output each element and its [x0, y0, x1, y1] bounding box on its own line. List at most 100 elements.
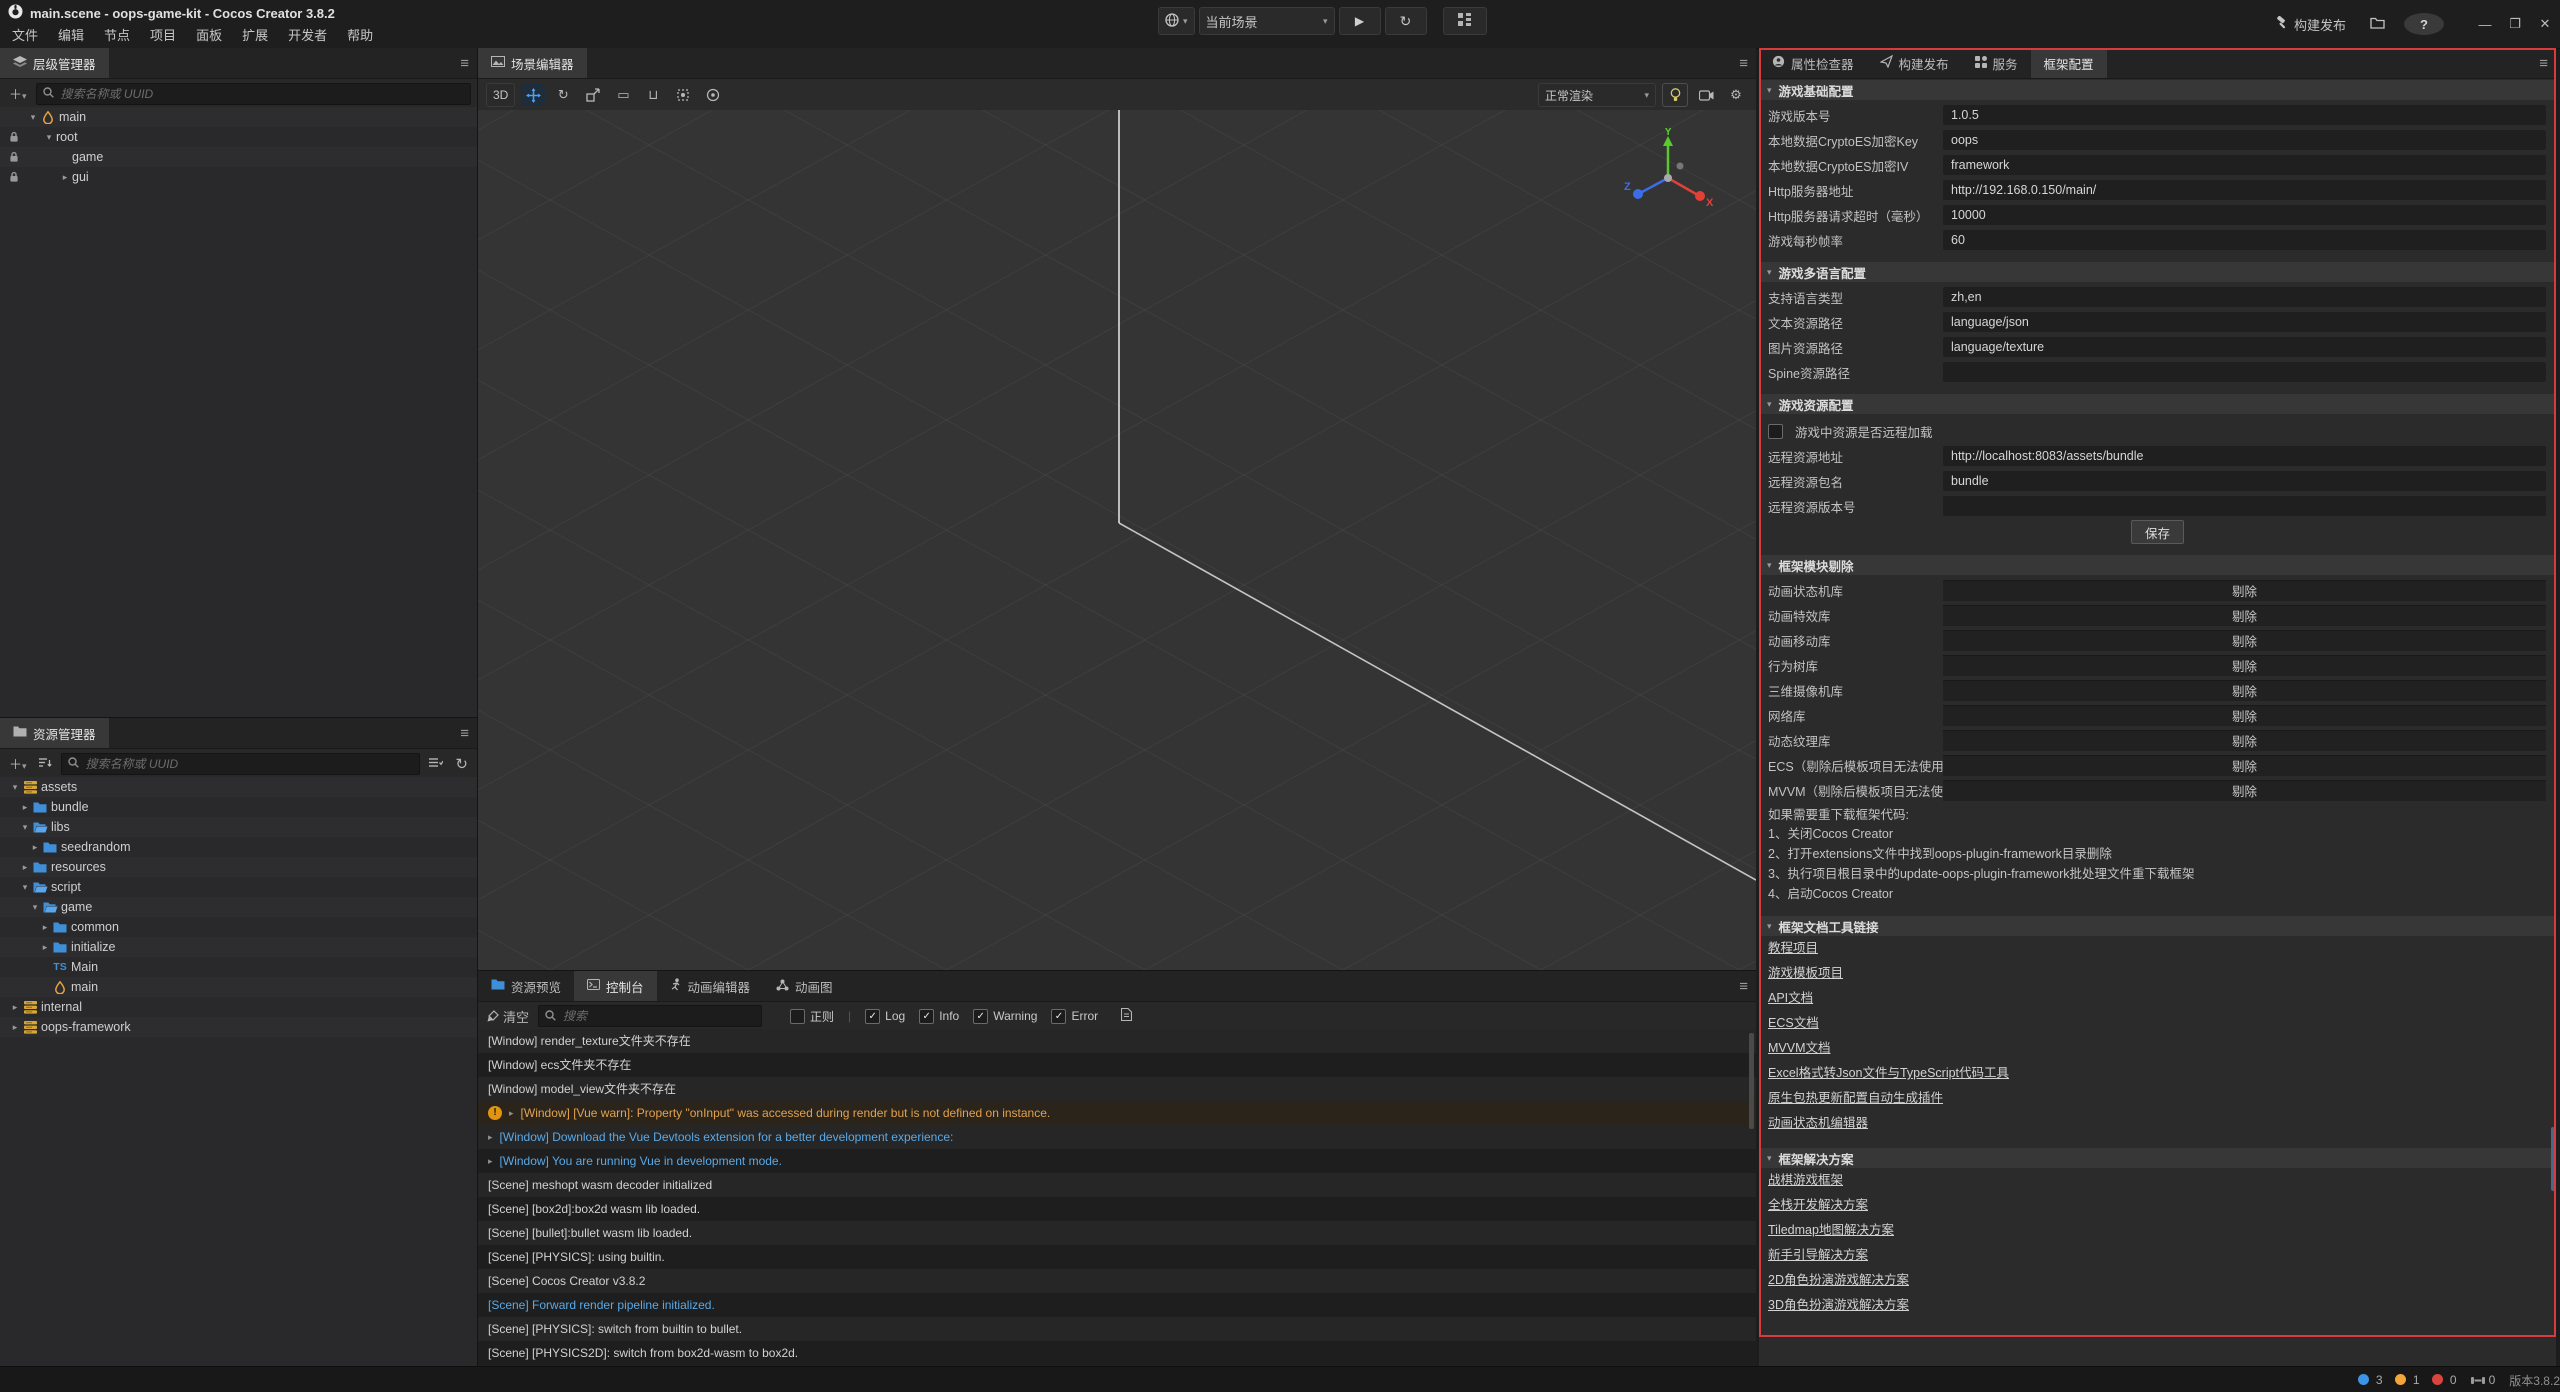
- solution-link-战棋游戏框架[interactable]: 战棋游戏框架: [1768, 1168, 1843, 1193]
- tab-属性检查器[interactable]: 属性检查器: [1759, 48, 1867, 78]
- module-remove-button[interactable]: 剔除: [2232, 781, 2257, 800]
- console-search-input[interactable]: [561, 1008, 755, 1024]
- filter-Info[interactable]: ✓ Info: [919, 1009, 959, 1024]
- tree-item-seedrandom[interactable]: ▸ seedrandom: [0, 837, 477, 857]
- console-line[interactable]: [Scene] [PHYSICS]: switch from builtin t…: [478, 1317, 1756, 1341]
- tab-服务[interactable]: 服务: [1962, 48, 2031, 78]
- chevron-open-icon[interactable]: ▾: [18, 882, 32, 893]
- solution-link-新手引导解决方案[interactable]: 新手引导解决方案: [1768, 1243, 1868, 1268]
- section-resource[interactable]: ▾ 游戏资源配置: [1759, 394, 2556, 414]
- menu-节点[interactable]: 节点: [94, 25, 140, 47]
- Warning-checkbox[interactable]: ✓: [973, 1009, 988, 1024]
- tree-item-root[interactable]: ▾ root: [0, 127, 477, 147]
- section-language[interactable]: ▾ 游戏多语言配置: [1759, 262, 2556, 282]
- scene-select-dropdown[interactable]: 当前场景 ▾: [1199, 7, 1335, 35]
- save-button[interactable]: 保存: [2131, 520, 2184, 544]
- chevron-closed-icon[interactable]: ▸: [38, 942, 52, 953]
- create-node-button[interactable]: ＋▾: [6, 84, 30, 103]
- status-count-warning[interactable]: 1: [2395, 1373, 2420, 1387]
- tree-item-oops-framework[interactable]: ▸ oops-framework: [0, 1017, 477, 1037]
- close-button[interactable]: ✕: [2530, 11, 2560, 37]
- help-button[interactable]: ?: [2404, 13, 2444, 35]
- menu-扩展[interactable]: 扩展: [232, 25, 278, 47]
- hierarchy-search-input[interactable]: [59, 86, 464, 102]
- scene-menu-icon[interactable]: ≡: [1739, 48, 1748, 78]
- doc-link-原生包热更新配置自动生成插件[interactable]: 原生包热更新配置自动生成插件: [1768, 1086, 1943, 1111]
- move-tool[interactable]: [521, 84, 545, 106]
- tree-item-initialize[interactable]: ▸ initialize: [0, 937, 477, 957]
- regex-filter[interactable]: 正则: [790, 1008, 834, 1025]
- field-input[interactable]: oops: [1943, 130, 2546, 150]
- inspector-menu-icon[interactable]: ≡: [2539, 48, 2548, 78]
- module-remove-button[interactable]: 剔除: [2232, 631, 2257, 650]
- chevron-closed-icon[interactable]: ▸: [18, 802, 32, 813]
- solution-link-3D角色扮演游戏解决方案[interactable]: 3D角色扮演游戏解决方案: [1768, 1293, 1909, 1318]
- module-remove-button[interactable]: 剔除: [2232, 656, 2257, 675]
- tab-控制台[interactable]: 控制台: [574, 971, 657, 1001]
- field-input[interactable]: [1943, 496, 2546, 516]
- axis-gizmo[interactable]: Y X Z: [1620, 128, 1716, 227]
- render-mode-dropdown[interactable]: 正常渲染 ▾: [1538, 83, 1656, 107]
- console-line[interactable]: [Scene] Cocos Creator v3.8.2: [478, 1269, 1756, 1293]
- module-remove-button[interactable]: 剔除: [2232, 756, 2257, 775]
- console-message-counts[interactable]: 3 1 0: [2358, 1373, 2457, 1387]
- expand-chevron-icon[interactable]: ▸: [488, 1125, 493, 1149]
- console-line[interactable]: [Scene] [bullet]:bullet wasm lib loaded.: [478, 1221, 1756, 1245]
- Log-checkbox[interactable]: ✓: [865, 1009, 880, 1024]
- console-line[interactable]: [Scene] [PHYSICS2D]: switch from box2d-w…: [478, 1341, 1756, 1365]
- layout-button[interactable]: [1443, 7, 1487, 35]
- coordinate-toggle[interactable]: [701, 84, 725, 106]
- tab-动画编辑器[interactable]: 动画编辑器: [657, 971, 764, 1001]
- gizmo-2d-tool[interactable]: ⊔: [641, 84, 665, 106]
- section-basic[interactable]: ▾ 游戏基础配置: [1759, 80, 2556, 100]
- rect-tool[interactable]: ▭: [611, 84, 635, 106]
- filter-Log[interactable]: ✓ Log: [865, 1009, 905, 1024]
- console-line[interactable]: !▸[Window] [Vue warn]: Property "onInput…: [478, 1101, 1756, 1125]
- doc-link-游戏模板项目[interactable]: 游戏模板项目: [1768, 961, 1843, 986]
- menu-项目[interactable]: 项目: [140, 25, 186, 47]
- tab-资源预览[interactable]: 资源预览: [478, 971, 574, 1001]
- console-line[interactable]: [Scene] meshopt wasm decoder initialized: [478, 1173, 1756, 1197]
- field-input[interactable]: language/texture: [1943, 337, 2546, 357]
- filter-Warning[interactable]: ✓ Warning: [973, 1009, 1037, 1024]
- field-input[interactable]: 10000: [1943, 205, 2546, 225]
- menu-编辑[interactable]: 编辑: [48, 25, 94, 47]
- scene-camera-button[interactable]: [1694, 84, 1718, 106]
- menu-帮助[interactable]: 帮助: [337, 25, 383, 47]
- chevron-open-icon[interactable]: ▾: [26, 112, 40, 123]
- doc-link-ECS文档[interactable]: ECS文档: [1768, 1011, 1819, 1036]
- doc-link-MVVM文档[interactable]: MVVM文档: [1768, 1036, 1831, 1061]
- console-line[interactable]: [Scene] [box2d]:box2d wasm lib loaded.: [478, 1197, 1756, 1221]
- tree-item-Main[interactable]: TSMain: [0, 957, 477, 977]
- clear-console-button[interactable]: 清空: [484, 1007, 532, 1026]
- status-count-info[interactable]: 3: [2358, 1373, 2383, 1387]
- tree-item-gui[interactable]: ▸ gui: [0, 167, 477, 187]
- module-remove-button[interactable]: 剔除: [2232, 706, 2257, 725]
- expand-chevron-icon[interactable]: ▸: [509, 1101, 514, 1125]
- field-input[interactable]: [1943, 362, 2546, 382]
- chevron-closed-icon[interactable]: ▸: [18, 862, 32, 873]
- doc-link-动画状态机编辑器[interactable]: 动画状态机编辑器: [1768, 1111, 1868, 1136]
- module-remove-button[interactable]: 剔除: [2232, 681, 2257, 700]
- tree-item-internal[interactable]: ▸ internal: [0, 997, 477, 1017]
- section-solutions[interactable]: ▾ 框架解决方案: [1759, 1148, 2556, 1168]
- module-remove-button[interactable]: 剔除: [2232, 731, 2257, 750]
- field-input[interactable]: framework: [1943, 155, 2546, 175]
- tab-框架配置[interactable]: 框架配置: [2031, 48, 2107, 78]
- solution-link-2D角色扮演游戏解决方案[interactable]: 2D角色扮演游戏解决方案: [1768, 1268, 1909, 1293]
- section-docs[interactable]: ▾ 框架文档工具链接: [1759, 916, 2556, 936]
- maximize-button[interactable]: ❐: [2500, 11, 2530, 37]
- scene-viewport[interactable]: Y X Z: [478, 110, 1756, 970]
- field-input[interactable]: language/json: [1943, 312, 2546, 332]
- module-remove-button[interactable]: 剔除: [2232, 606, 2257, 625]
- console-line[interactable]: [Window] model_view文件夹不存在: [478, 1077, 1756, 1101]
- menu-文件[interactable]: 文件: [2, 25, 48, 47]
- scene-light-toggle[interactable]: [1662, 83, 1688, 107]
- console-line[interactable]: [Scene] Forward render pipeline initiali…: [478, 1293, 1756, 1317]
- assets-search[interactable]: [61, 753, 421, 775]
- remote-load-checkbox[interactable]: [1768, 424, 1783, 439]
- Info-checkbox[interactable]: ✓: [919, 1009, 934, 1024]
- chevron-closed-icon[interactable]: ▸: [28, 842, 42, 853]
- scale-tool[interactable]: [581, 84, 605, 106]
- status-count-error[interactable]: 0: [2432, 1373, 2457, 1387]
